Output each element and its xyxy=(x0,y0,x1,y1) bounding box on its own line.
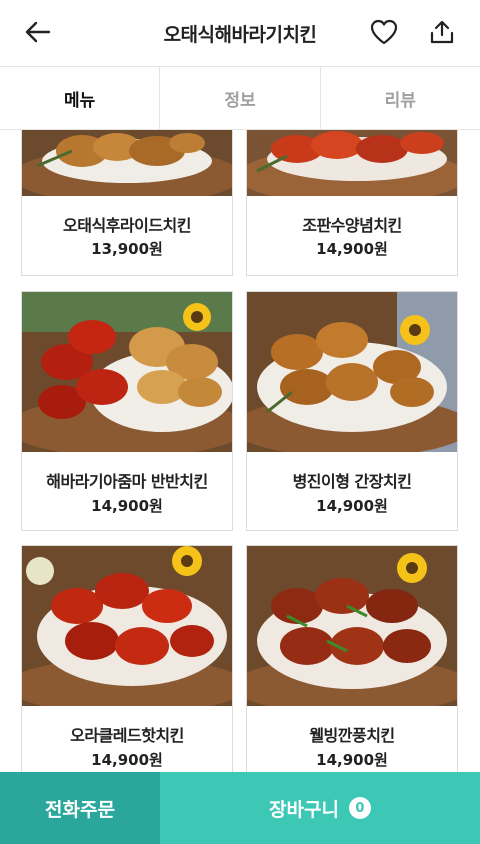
phone-order-button[interactable]: 전화주문 xyxy=(0,772,160,844)
menu-item-name: 오라클레드핫치킨 xyxy=(70,726,184,745)
menu-item-price: 13,900원 xyxy=(91,240,163,258)
menu-grid: 오태식후라이드치킨 13,900원 조판수양념치킨 14,900원 해바라기아줌… xyxy=(0,130,480,772)
cart-button[interactable]: 장바구니 0 xyxy=(160,772,480,844)
app-header: 오태식해바라기치킨 xyxy=(0,0,480,66)
menu-item-price: 14,900원 xyxy=(91,751,163,769)
menu-item-image xyxy=(22,546,232,706)
tab-bar: 메뉴 정보 리뷰 xyxy=(0,66,480,130)
favorite-button[interactable] xyxy=(364,14,404,50)
share-icon xyxy=(430,20,454,44)
menu-item-card[interactable]: 해바라기아줌마 반반치킨 14,900원 xyxy=(21,291,233,531)
menu-item-card[interactable]: 조판수양념치킨 14,900원 xyxy=(246,130,458,276)
menu-item-image xyxy=(247,292,457,452)
menu-item-image xyxy=(247,546,457,706)
menu-item-price: 14,900원 xyxy=(316,240,388,258)
menu-item-card[interactable]: 오태식후라이드치킨 13,900원 xyxy=(21,130,233,276)
tab-menu[interactable]: 메뉴 xyxy=(0,67,161,129)
tab-reviews[interactable]: 리뷰 xyxy=(321,67,480,129)
menu-item-price: 14,900원 xyxy=(316,497,388,515)
store-title: 오태식해바라기치킨 xyxy=(163,23,317,46)
bottom-action-bar: 전화주문 장바구니 0 xyxy=(0,772,480,844)
menu-item-name: 조판수양념치킨 xyxy=(302,216,402,235)
menu-item-name: 병진이형 간장치킨 xyxy=(292,472,412,491)
menu-item-image xyxy=(22,292,232,452)
cart-label: 장바구니 xyxy=(269,798,339,821)
menu-item-name: 웰빙깐풍치킨 xyxy=(309,726,395,745)
heart-icon xyxy=(370,19,398,45)
menu-item-price: 14,900원 xyxy=(316,751,388,769)
menu-item-price: 14,900원 xyxy=(91,497,163,515)
back-button[interactable] xyxy=(18,14,58,50)
menu-item-card[interactable]: 오라클레드핫치킨 14,900원 xyxy=(21,545,233,772)
menu-item-image xyxy=(247,130,457,196)
arrow-left-icon xyxy=(25,21,51,43)
menu-item-image xyxy=(22,130,232,196)
menu-item-name: 오태식후라이드치킨 xyxy=(63,216,191,235)
menu-item-card[interactable]: 웰빙깐풍치킨 14,900원 xyxy=(246,545,458,772)
menu-item-name: 해바라기아줌마 반반치킨 xyxy=(46,472,208,491)
share-button[interactable] xyxy=(422,14,462,50)
cart-count-badge: 0 xyxy=(348,797,371,819)
phone-order-label: 전화주문 xyxy=(45,798,115,821)
tab-info[interactable]: 정보 xyxy=(160,67,321,129)
menu-item-card[interactable]: 병진이형 간장치킨 14,900원 xyxy=(246,291,458,531)
